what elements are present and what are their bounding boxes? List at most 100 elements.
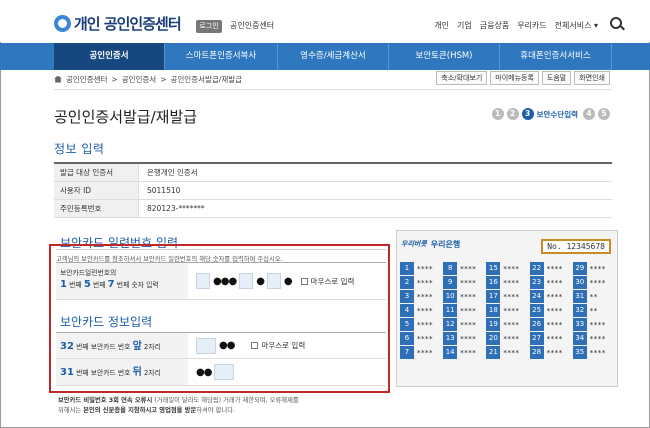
row-key: 주민등록번호	[54, 200, 139, 217]
card-cell: 5 ****	[400, 318, 441, 331]
print-button[interactable]: 화면인쇄	[574, 71, 610, 85]
search-icon[interactable]	[610, 17, 622, 29]
card-cell-code: ****	[417, 278, 433, 287]
card-cell-code: ****	[503, 334, 520, 343]
nav-tab-mobile-cert[interactable]: 휴대폰인증서서비스	[500, 43, 612, 70]
card-cell-number: 19	[486, 318, 501, 331]
card-code-back-input[interactable]	[214, 364, 235, 380]
card-cell-number: 35	[572, 346, 587, 359]
row-value: S011510	[147, 186, 181, 195]
divider	[54, 89, 612, 90]
card-cell-code: ****	[589, 320, 606, 329]
card-code-front-input[interactable]	[196, 337, 216, 354]
card-cell-code: ****	[460, 306, 477, 315]
warning-line-2: 위해서는 본인의 신분증을 지참하시고 영업점을 방문하셔야 합니다.	[58, 406, 398, 416]
card-cell-code: ****	[460, 292, 477, 301]
breadcrumb-item[interactable]: 공인인증서	[122, 74, 157, 85]
serial-unit: 번째	[92, 281, 106, 289]
top-link-woori-card[interactable]: 우리카드	[517, 20, 546, 31]
site-logo[interactable]: 개인 공인인증센터	[54, 13, 182, 34]
card-cell-number: 22	[529, 262, 544, 275]
card-cell-number: 21	[486, 346, 501, 359]
my-menu-button[interactable]: 마이메뉴등록	[490, 71, 539, 85]
card-cell: 9 ****	[443, 276, 484, 289]
top-link-personal[interactable]: 개인	[434, 20, 449, 31]
card-cell: 15 ****	[486, 262, 527, 275]
card-cell-number: 29	[572, 262, 587, 275]
table-row: 사용자 ID S011510	[54, 182, 612, 200]
card-cell-number: 6	[400, 332, 414, 345]
active-step-label: 보안수단입력	[536, 109, 578, 119]
card-cell: 16 ****	[486, 276, 527, 289]
nav-tab-certificate[interactable]: 공인인증서	[54, 43, 165, 70]
card-cell-code: ****	[460, 264, 477, 273]
mouse-input-label: 마우스로 입력	[310, 276, 355, 286]
help-button[interactable]: 도움말	[541, 71, 572, 85]
card-cell: 1 ****	[400, 262, 441, 275]
card-cell: 25 ****	[529, 304, 571, 317]
info-table: 발급 대상 인증서 은행개인 인증서 사용자 ID S011510 주민등록번호…	[54, 162, 612, 218]
card-cell-code: ****	[460, 278, 477, 287]
top-link-business[interactable]: 기업	[457, 20, 472, 31]
card-cell-number: 8	[443, 262, 458, 275]
top-link-all-services[interactable]: 전체서비스 ▾	[555, 20, 598, 31]
row-key: 발급 대상 인증서	[54, 164, 139, 181]
serial-digit-7-input[interactable]	[266, 273, 281, 289]
card-cell-number: 31	[572, 290, 587, 303]
row-value: 820123-*******	[147, 204, 205, 213]
card-cell: 23 ****	[529, 276, 571, 289]
mouse-input-checkbox[interactable]	[251, 342, 259, 349]
card-cell: 4 ****	[400, 304, 441, 317]
card-slot-number: 32	[60, 341, 74, 352]
logo-icon	[54, 15, 71, 32]
serial-label-line: 1 번째 5 번째 7 번째 숫자 입력	[60, 279, 184, 291]
card-cell-number: 20	[486, 332, 501, 345]
logo-text: 개인 공인인증센터	[74, 15, 182, 33]
card-cell: 35 ****	[572, 346, 614, 359]
page-title: 공인인증서발급/재발급	[54, 108, 198, 126]
step-indicator: 1 2 3 보안수단입력 4 5	[491, 108, 610, 120]
nav-tab-receipt[interactable]: 영수증/세금계산서	[278, 43, 389, 70]
nav-tab-hsm[interactable]: 보안토큰(HSM)	[389, 43, 500, 70]
nav-tab-smartphone-copy[interactable]: 스마트폰인증서복사	[165, 43, 278, 70]
warning-text: 하셔야 합니다.	[196, 407, 236, 414]
card-cell: 31 **	[572, 290, 614, 303]
card-cell-code: ****	[417, 334, 433, 343]
card-cell-code: ****	[417, 264, 433, 273]
card-cell: 32 **	[572, 304, 614, 317]
page-tools: 축소/확대보기 마이메뉴등록 도움말 화면인쇄	[436, 71, 610, 85]
card-cell-code: ****	[417, 320, 433, 329]
serial-digit-5-input[interactable]	[239, 273, 254, 289]
card-cell-number: 26	[529, 318, 544, 331]
card-cell-code: ****	[546, 320, 563, 329]
breadcrumb-separator: >	[160, 74, 167, 84]
breadcrumb-item[interactable]: 공인인증센터	[66, 74, 107, 85]
card-cell-code: ****	[546, 278, 563, 287]
serial-num-5: 5	[83, 279, 91, 290]
serial-digit-1-input[interactable]	[196, 273, 210, 289]
card-cell-code: ****	[417, 306, 433, 315]
header-crumb: 공인인증센터	[230, 21, 275, 30]
mouse-input-checkbox[interactable]	[300, 277, 308, 285]
home-icon[interactable]	[54, 75, 62, 83]
card-cell: 11 ****	[443, 304, 484, 317]
table-row: 주민등록번호 820123-*******	[54, 200, 612, 218]
card-slot-pos: 뒤	[132, 367, 142, 378]
card-cell: 7 ****	[400, 346, 441, 359]
row-key: 사용자 ID	[54, 182, 139, 199]
zoom-button[interactable]: 축소/확대보기	[436, 71, 488, 85]
card-cell-code: ****	[460, 348, 477, 357]
masked-digits: ●●	[219, 340, 235, 351]
step-5: 5	[598, 108, 610, 120]
warning-bold: 본인의 신분증을 지참하시고 영업점을 방문	[83, 407, 197, 414]
card-cell-code: ****	[589, 264, 606, 273]
table-row: 발급 대상 인증서 은행개인 인증서	[54, 164, 612, 182]
card-cell-code: ****	[460, 320, 477, 329]
card-cell: 28 ****	[529, 346, 571, 359]
top-link-products[interactable]: 금융상품	[480, 20, 509, 31]
card-cell: 17 ****	[486, 290, 527, 303]
login-button[interactable]: 로그인	[196, 20, 222, 33]
nav-spacer-right	[612, 43, 650, 70]
card-serial: No. 12345678	[541, 239, 611, 254]
card-cell: 29 ****	[572, 262, 614, 275]
